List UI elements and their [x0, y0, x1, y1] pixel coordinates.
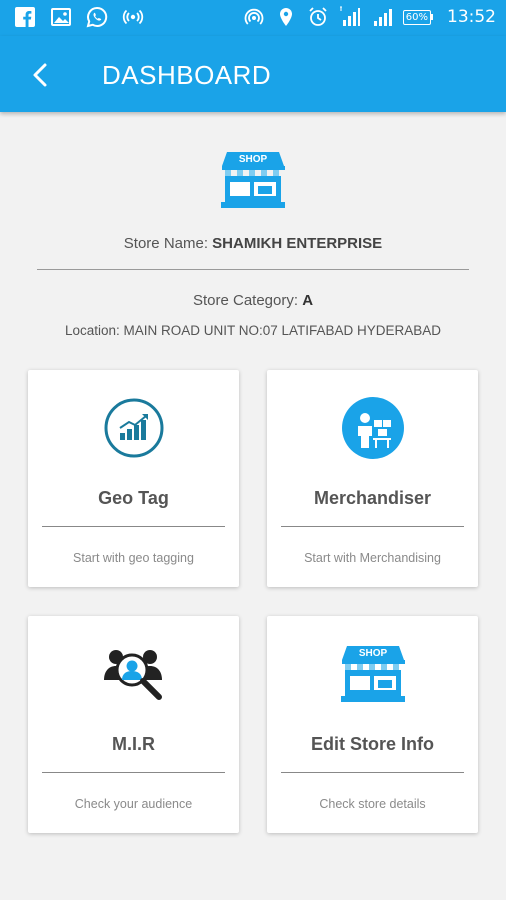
mir-card[interactable]: M.I.R Check your audience: [28, 616, 239, 833]
store-location: Location: MAIN ROAD UNIT NO:07 LATIFABAD…: [64, 323, 442, 338]
status-left-icons: [14, 6, 144, 28]
shop-sign-text: SHOP: [359, 648, 388, 659]
geo-tag-subtitle: Start with geo tagging: [73, 551, 194, 565]
card-divider: [42, 526, 225, 527]
shop-icon: SHOP: [221, 152, 285, 208]
store-category-label: Store Category:: [192, 292, 303, 309]
gallery-icon: [51, 8, 71, 26]
facebook-icon: [15, 7, 35, 27]
shop-sign-text: SHOP: [239, 154, 268, 165]
card-divider: [281, 772, 464, 773]
mir-subtitle: Check your audience: [74, 797, 193, 811]
geo-tag-card[interactable]: Geo Tag Start with geo tagging: [28, 370, 239, 587]
hotspot-icon: [244, 8, 264, 25]
chart-growth-icon: [104, 398, 164, 458]
store-name-value: SHAMIKH ENTERPRISE: [212, 235, 383, 252]
merchandiser-subtitle: Start with Merchandising: [304, 551, 441, 565]
broadcast-icon: [122, 9, 144, 25]
status-bar: 60% 13:52: [0, 0, 506, 36]
alarm-icon: [309, 7, 327, 26]
signal-icon: [373, 9, 392, 26]
card-divider: [42, 772, 225, 773]
app-bar: DASHBOARD: [0, 36, 506, 112]
battery-icon: 60%: [402, 9, 433, 25]
store-name: Store Name: SHAMIKH ENTERPRISE: [0, 235, 506, 252]
store-category-value: A: [302, 292, 314, 309]
shop-icon: SHOP: [341, 646, 405, 702]
store-category: Store Category: A: [0, 292, 506, 309]
back-arrow-icon[interactable]: [24, 58, 58, 92]
location-icon: [279, 8, 292, 26]
status-time: 13:52: [447, 7, 496, 27]
merchandiser-icon: [342, 397, 404, 459]
merchandiser-title: Merchandiser: [313, 488, 432, 508]
geo-tag-title: Geo Tag: [98, 488, 169, 508]
page-title: DASHBOARD: [102, 60, 272, 90]
signal-4g-icon: [339, 6, 360, 26]
card-divider: [281, 526, 464, 527]
status-right-icons: 60% 13:52: [243, 6, 496, 28]
audience-search-icon: [104, 650, 162, 700]
edit-store-info-card[interactable]: SHOP Edit Store Info Check store details: [267, 616, 478, 833]
edit-store-info-title: Edit Store Info: [311, 734, 434, 754]
battery-level: 60%: [402, 9, 431, 25]
whatsapp-icon: [86, 6, 108, 28]
store-divider: [37, 269, 469, 270]
edit-store-info-subtitle: Check store details: [319, 797, 426, 811]
merchandiser-card[interactable]: Merchandiser Start with Merchandising: [267, 370, 478, 587]
store-name-label: Store Name:: [123, 235, 213, 252]
mir-title: M.I.R: [112, 734, 155, 754]
